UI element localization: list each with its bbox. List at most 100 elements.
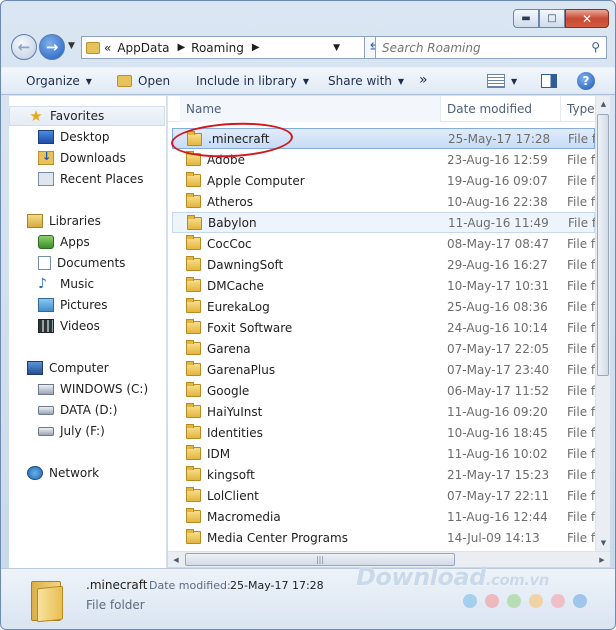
more-commands-button[interactable]: » — [419, 72, 428, 88]
file-row[interactable]: Identities 10-Aug-16 18:45 File fo — [172, 422, 595, 443]
file-row[interactable]: Babylon 11-Aug-16 11:49 File fo — [172, 212, 595, 233]
file-row[interactable]: LolClient 07-May-17 22:11 File fo — [172, 485, 595, 506]
nav-label: Videos — [60, 319, 100, 333]
more-label: » — [419, 72, 428, 88]
nav-recent-places[interactable]: Recent Places — [9, 169, 143, 189]
nav-drive-f[interactable]: July (F:) — [9, 421, 105, 441]
column-header-name[interactable]: Name — [180, 96, 441, 122]
file-date: 14-Jul-09 14:13 — [447, 530, 540, 545]
nav-drive-c[interactable]: WINDOWS (C:) — [9, 379, 148, 399]
system-drive-icon — [38, 383, 54, 395]
file-name: Atheros — [207, 194, 253, 209]
nav-downloads[interactable]: Downloads — [9, 148, 126, 168]
column-label: Name — [186, 102, 222, 116]
file-type: File fo — [568, 131, 595, 146]
nav-favorites[interactable]: ★ Favorites — [9, 106, 165, 126]
file-type: File fo — [567, 530, 595, 545]
file-name: Adobe — [207, 152, 245, 167]
column-header-type[interactable]: Type — [561, 96, 595, 122]
file-row[interactable]: IDM 11-Aug-16 10:02 File fo — [172, 443, 595, 464]
nav-apps[interactable]: Apps — [9, 232, 90, 252]
help-button[interactable]: ? — [577, 72, 595, 90]
file-name: kingsoft — [207, 467, 255, 482]
watermark-dot — [573, 594, 587, 608]
include-in-library-button[interactable]: Include in library ▼ — [196, 74, 309, 88]
file-row[interactable]: Media Center Programs 14-Jul-09 14:13 File… — [172, 527, 595, 548]
chevron-right-icon[interactable]: ▶ — [177, 42, 185, 53]
file-type: File fo — [567, 341, 595, 356]
search-box[interactable]: ⚲ — [375, 36, 607, 59]
file-row[interactable]: Atheros 10-Aug-16 22:38 File fo — [172, 191, 595, 212]
file-row[interactable]: kingsoft 21-May-17 15:23 File fo — [172, 464, 595, 485]
vertical-scrollbar[interactable]: ▲ ▼ — [595, 96, 610, 551]
scroll-left-icon[interactable]: ◀ — [168, 552, 184, 568]
file-row[interactable]: .minecraft 25-May-17 17:28 File fo — [172, 128, 595, 149]
file-row[interactable]: HaiYuInst 11-Aug-16 09:20 File fo — [172, 401, 595, 422]
forward-button[interactable]: → — [39, 34, 65, 60]
change-view-button[interactable]: ▼ — [487, 74, 517, 88]
file-row[interactable]: Garena 07-May-17 22:05 File fo — [172, 338, 595, 359]
file-type: File fo — [567, 383, 595, 398]
file-row[interactable]: Google 06-May-17 11:52 File fo — [172, 380, 595, 401]
nav-videos[interactable]: Videos — [9, 316, 100, 336]
nav-label: WINDOWS (C:) — [60, 382, 149, 396]
folder-icon — [186, 487, 201, 502]
file-row[interactable]: Foxit Software 24-Aug-16 10:14 File fo — [172, 317, 595, 338]
maximize-button[interactable]: □ — [539, 9, 565, 28]
address-bar[interactable]: « AppData ▶ Roaming ▶ ▼ — [81, 36, 365, 59]
folder-icon — [186, 466, 201, 481]
nav-computer[interactable]: Computer — [9, 358, 109, 378]
scroll-right-icon[interactable]: ▶ — [594, 552, 610, 568]
back-button[interactable]: ← — [11, 34, 37, 60]
file-row[interactable]: EurekaLog 25-Aug-16 08:36 File fo — [172, 296, 595, 317]
chevron-right-icon[interactable]: ▶ — [252, 42, 260, 53]
breadcrumb-appdata[interactable]: AppData — [117, 41, 169, 55]
watermark-logo: Download.com.vn — [356, 563, 549, 591]
preview-pane-button[interactable] — [541, 74, 557, 88]
details-date-label: Date modified: — [149, 579, 231, 592]
breadcrumb-overflow[interactable]: « — [104, 41, 111, 55]
file-date: 11-Aug-16 09:20 — [447, 404, 548, 419]
recent-pages-dropdown[interactable]: ▼ — [68, 41, 75, 51]
organize-button[interactable]: Organize ▼ — [26, 74, 92, 88]
scroll-down-icon[interactable]: ▼ — [596, 535, 611, 551]
file-row[interactable]: CocCoc 08-May-17 08:47 File fo — [172, 233, 595, 254]
folder-icon — [186, 235, 201, 250]
preview-pane-icon — [541, 74, 557, 88]
search-icon[interactable]: ⚲ — [591, 40, 600, 54]
file-row[interactable]: DMCache 10-May-17 10:31 File fo — [172, 275, 595, 296]
minimize-button[interactable]: ▬ — [513, 9, 539, 28]
file-row[interactable]: DawningSoft 29-Aug-16 16:27 File fo — [172, 254, 595, 275]
vertical-scroll-thumb[interactable] — [597, 114, 609, 376]
nav-documents[interactable]: Documents — [9, 253, 125, 273]
open-button[interactable]: Open — [117, 74, 170, 88]
folder-icon — [186, 403, 201, 418]
file-row[interactable]: GarenaPlus 07-May-17 23:40 File fo — [172, 359, 595, 380]
scroll-up-icon[interactable]: ▲ — [596, 96, 611, 112]
close-button[interactable]: ✕ — [565, 9, 609, 28]
nav-network[interactable]: Network — [9, 463, 99, 483]
watermark-dot — [507, 594, 521, 608]
breadcrumb-roaming[interactable]: Roaming — [191, 41, 244, 55]
folder-icon — [86, 41, 100, 54]
details-name: .minecraft — [86, 578, 148, 592]
column-header-date[interactable]: Date modified — [441, 96, 561, 122]
nav-pictures[interactable]: Pictures — [9, 295, 108, 315]
file-row[interactable]: Adobe 23-Aug-16 12:59 File fo — [172, 149, 595, 170]
watermark-main: Download — [356, 563, 486, 591]
share-label: Share with — [328, 74, 392, 88]
nav-music[interactable]: ♪ Music — [9, 274, 94, 294]
address-dropdown-icon[interactable]: ▼ — [333, 43, 340, 53]
recent-places-icon — [38, 172, 54, 186]
nav-drive-d[interactable]: DATA (D:) — [9, 400, 117, 420]
search-input[interactable] — [382, 40, 582, 55]
file-type: File fo — [567, 362, 595, 377]
folder-icon — [186, 340, 201, 355]
nav-desktop[interactable]: Desktop — [9, 127, 110, 147]
file-row[interactable]: Macromedia 11-Aug-16 12:44 File fo — [172, 506, 595, 527]
file-row[interactable]: Apple Computer 19-Aug-16 09:07 File fo — [172, 170, 595, 191]
file-name: EurekaLog — [207, 299, 270, 314]
nav-libraries[interactable]: Libraries — [9, 211, 101, 231]
share-with-button[interactable]: Share with ▼ — [328, 74, 404, 88]
downloads-icon — [38, 150, 54, 165]
